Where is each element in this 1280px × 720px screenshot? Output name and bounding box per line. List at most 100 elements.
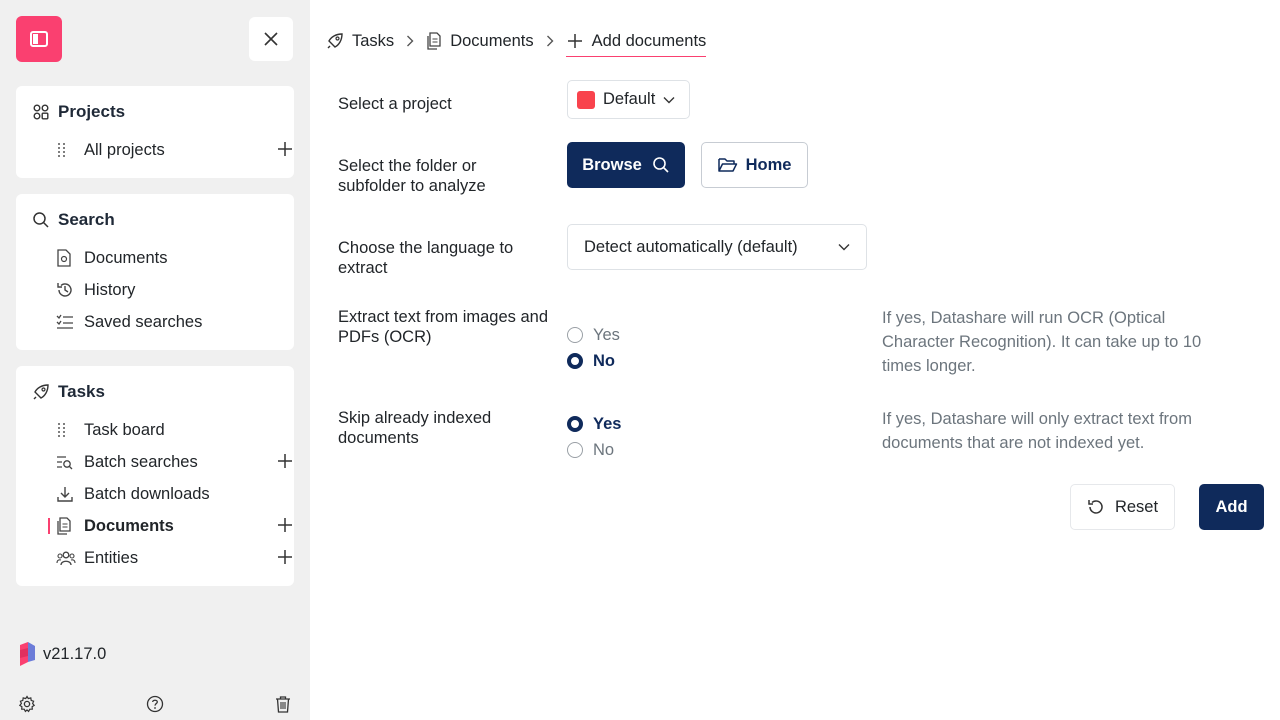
projects-title: Projects (58, 102, 126, 121)
close-sidebar-button[interactable] (249, 17, 293, 61)
skip-yes-radio[interactable]: Yes (567, 414, 621, 434)
search-header[interactable]: Search (32, 210, 115, 230)
chevron-right-icon (407, 35, 414, 47)
add-button[interactable]: Add (1199, 484, 1264, 530)
skip-label: Skip already indexed documents (338, 409, 492, 447)
breadcrumb-tasks[interactable]: Tasks (326, 32, 394, 51)
search-icon (652, 157, 669, 173)
add-entities-icon[interactable] (276, 548, 294, 566)
reset-button[interactable]: Reset (1070, 484, 1175, 530)
sidebar-item-label: Batch downloads (84, 484, 210, 503)
help-icon[interactable] (146, 695, 164, 713)
search-icon (33, 212, 49, 228)
ocr-help-text: If yes, Datashare will run OCR (Optical … (882, 309, 1202, 375)
sidebar-item-label: Entities (84, 548, 139, 567)
add-batch-search-icon[interactable] (276, 452, 294, 470)
breadcrumb-label: Tasks (352, 31, 395, 50)
grid-dots-icon (58, 423, 65, 437)
sidebar-item-label: Saved searches (84, 312, 203, 331)
add-project-icon[interactable] (276, 140, 294, 158)
radio-circle (567, 353, 583, 369)
home-folder-button[interactable]: Home (701, 142, 808, 188)
project-select[interactable]: Default (567, 80, 690, 119)
list-check-icon (56, 314, 73, 329)
reset-icon (1088, 500, 1103, 514)
documents-icon (57, 517, 71, 535)
skip-help-text: If yes, Datashare will only extract text… (882, 410, 1192, 452)
document-search-icon (57, 249, 71, 267)
sidebar-item-search-documents[interactable]: Documents (56, 245, 294, 271)
project-color-swatch (577, 90, 595, 109)
breadcrumb: Tasks Documents Add documents (326, 28, 707, 57)
users-icon (56, 551, 76, 566)
sidebar-item-batch-searches[interactable]: Batch searches (56, 449, 294, 475)
rocket-icon (33, 384, 49, 400)
projects-header[interactable]: Projects (32, 102, 125, 122)
sidebar-item-entities[interactable]: Entities (56, 545, 294, 571)
sidebar: Projects All projects Search Documents H… (0, 0, 310, 720)
sidebar-item-label: Task board (84, 420, 165, 439)
history-icon (57, 283, 72, 297)
sidebar-item-history[interactable]: History (56, 277, 294, 303)
documents-icon (427, 32, 441, 50)
sidebar-item-label: All projects (84, 140, 165, 159)
plus-icon (567, 34, 582, 48)
project-value: Default (603, 90, 656, 108)
breadcrumb-label: Add documents (591, 31, 707, 50)
breadcrumb-documents[interactable]: Documents (426, 31, 534, 51)
reset-label: Reset (1114, 497, 1159, 516)
ocr-no-radio[interactable]: No (567, 351, 615, 371)
add-documents-icon[interactable] (276, 516, 294, 534)
grid-dots-icon (58, 143, 65, 157)
home-label: Home (745, 155, 792, 174)
search-title: Search (58, 210, 115, 229)
language-select[interactable]: Detect automatically (default) (567, 224, 867, 270)
datashare-logo-icon (20, 642, 35, 666)
skip-no-radio[interactable]: No (567, 440, 614, 460)
language-value: Detect automatically (default) (584, 237, 798, 256)
sidebar-item-label: Batch searches (84, 452, 198, 471)
sidebar-item-tasks-documents[interactable]: Documents (56, 513, 294, 539)
sidebar-item-label: Documents (84, 516, 174, 535)
app-version: v21.17.0 (20, 642, 106, 666)
projects-card: Projects (16, 86, 294, 178)
sidebar-item-label: History (84, 280, 136, 299)
version-label: v21.17.0 (43, 644, 107, 663)
language-label: Choose the language to extract (338, 239, 514, 277)
tasks-title: Tasks (58, 382, 105, 401)
sidebar-item-label: Documents (84, 248, 168, 267)
browse-label: Browse (582, 155, 642, 174)
project-label: Select a project (338, 95, 452, 113)
sidebar-item-saved-searches[interactable]: Saved searches (56, 309, 294, 335)
radio-label: No (593, 351, 615, 370)
add-label: Add (1215, 497, 1248, 516)
batch-search-icon (57, 456, 73, 470)
gear-icon[interactable] (18, 695, 36, 713)
breadcrumb-add-documents: Add documents (565, 31, 707, 57)
sidebar-item-batch-downloads[interactable]: Batch downloads (56, 481, 294, 507)
radio-circle (567, 442, 583, 458)
browse-button[interactable]: Browse (567, 142, 685, 188)
radio-label: Yes (593, 325, 620, 344)
trash-icon[interactable] (274, 695, 292, 713)
close-icon (264, 32, 278, 46)
radio-label: No (593, 440, 615, 459)
radio-circle (567, 416, 583, 432)
sidebar-item-task-board[interactable]: Task board (56, 417, 294, 443)
sidebar-toggle-icon (30, 31, 48, 47)
download-icon (57, 487, 73, 502)
radio-label: Yes (593, 414, 622, 433)
active-indicator (48, 518, 50, 534)
projects-icon (33, 104, 49, 120)
tasks-header[interactable]: Tasks (32, 382, 105, 402)
radio-circle (567, 327, 583, 343)
folder-open-icon (717, 158, 737, 172)
rocket-icon (327, 33, 343, 49)
chevron-right-icon (546, 35, 554, 47)
breadcrumb-label: Documents (450, 31, 534, 50)
sidebar-toggle-button[interactable] (16, 16, 62, 62)
sidebar-item-all-projects[interactable]: All projects (56, 137, 294, 163)
ocr-yes-radio[interactable]: Yes (567, 325, 620, 345)
folder-label: Select the folder or subfolder to analyz… (338, 157, 486, 195)
chevron-down-icon (838, 244, 850, 251)
